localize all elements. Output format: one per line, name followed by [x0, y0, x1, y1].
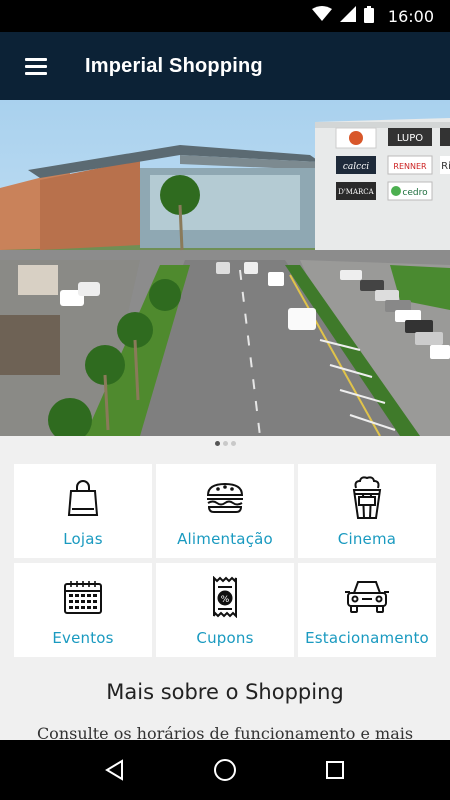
popcorn-icon [350, 476, 384, 519]
tile-lojas[interactable]: Lojas [14, 464, 152, 558]
pager-dot [214, 440, 220, 446]
mall-photo: LUPO calcci RENNER Ri D'MARCA cedro [0, 100, 450, 436]
menu-icon [25, 54, 47, 79]
pager-dot [230, 440, 236, 446]
home-button[interactable] [195, 740, 255, 800]
tile-alimentacao[interactable]: Alimentação [156, 464, 294, 558]
sign-dmarca: D'MARCA [338, 188, 374, 196]
menu-button[interactable] [0, 32, 72, 100]
signal-icon [339, 6, 356, 26]
tile-label: Eventos [52, 629, 114, 647]
section-title: Mais sobre o Shopping [106, 680, 344, 704]
tile-label: Lojas [63, 530, 103, 548]
back-button[interactable] [85, 740, 145, 800]
tile-eventos[interactable]: Eventos [14, 563, 152, 657]
battery-icon [363, 5, 374, 27]
svg-text:%: % [221, 595, 230, 605]
menu-grid: Lojas Alimentação Cinema Eventos % Cupon… [14, 464, 436, 657]
app-bar: Imperial Shopping [0, 32, 450, 100]
tile-label: Cinema [337, 530, 397, 548]
system-nav-bar [0, 740, 450, 800]
tile-estacionamento[interactable]: Estacionamento [298, 563, 436, 657]
sign-renner: RENNER [393, 162, 427, 171]
tile-label: Estacionamento [305, 629, 429, 647]
app-title: Imperial Shopping [85, 54, 263, 77]
tile-cinema[interactable]: Cinema [298, 464, 436, 558]
car-icon [345, 577, 389, 617]
pager-dot [222, 440, 228, 446]
sign-calcci: calcci [343, 162, 369, 172]
tile-label: Cupons [196, 629, 254, 647]
carousel-pager [0, 436, 450, 450]
home-icon [214, 759, 236, 781]
tile-cupons[interactable]: % Cupons [156, 563, 294, 657]
wifi-icon [311, 6, 332, 26]
recents-icon [326, 761, 344, 779]
calendar-icon [63, 577, 103, 617]
sign-lupo: LUPO [397, 133, 423, 144]
status-time: 16:00 [387, 6, 434, 26]
hero-banner[interactable]: LUPO calcci RENNER Ri D'MARCA cedro [0, 100, 450, 436]
sign-extra: Ri [441, 161, 450, 172]
coupon-icon: % [211, 576, 239, 618]
burger-icon [205, 478, 245, 518]
app-screen: 16:00 Imperial Shopping LUPO calcci RENN… [0, 0, 450, 800]
status-bar: 16:00 [0, 0, 450, 32]
shopping-bag-icon [66, 478, 100, 518]
back-icon [105, 759, 123, 781]
sign-cedro: cedro [402, 188, 428, 198]
tile-label: Alimentação [177, 530, 273, 548]
recents-button[interactable] [305, 740, 365, 800]
